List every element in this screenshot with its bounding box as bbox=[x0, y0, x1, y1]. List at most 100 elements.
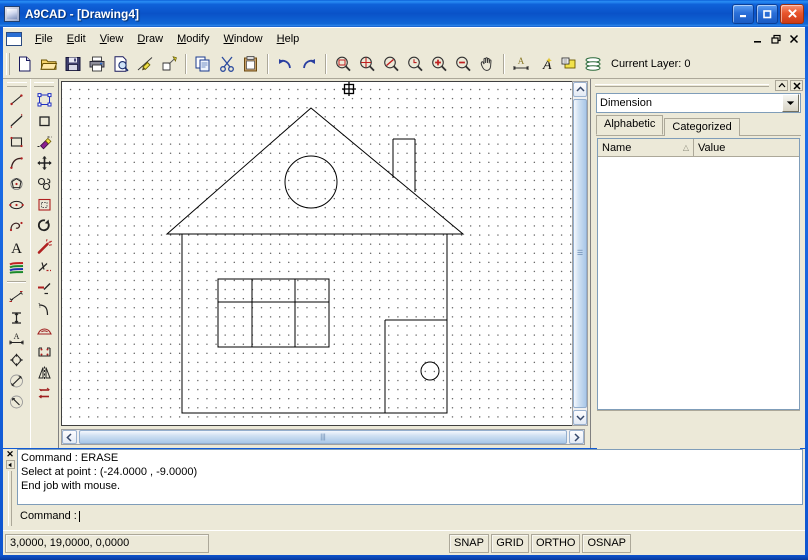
scroll-down-icon[interactable] bbox=[573, 410, 587, 425]
chevron-down-icon[interactable] bbox=[782, 94, 799, 112]
properties-grid-rows[interactable] bbox=[598, 157, 799, 409]
arc-icon[interactable] bbox=[5, 152, 28, 173]
explode-icon[interactable] bbox=[33, 236, 56, 257]
maximize-button[interactable] bbox=[756, 4, 778, 24]
cut-scissors-icon[interactable] bbox=[215, 52, 239, 76]
hscroll-thumb[interactable]: ||| bbox=[79, 430, 567, 444]
hatch-gradient-icon[interactable] bbox=[5, 257, 28, 278]
command-prompt[interactable]: Command : bbox=[17, 507, 803, 525]
modify-toolbar-grip[interactable] bbox=[34, 82, 54, 87]
properties-grid[interactable]: Name △ Value bbox=[597, 138, 800, 410]
zoom-previous-icon[interactable] bbox=[403, 52, 427, 76]
column-header-name[interactable]: Name △ bbox=[598, 139, 694, 156]
vscroll-thumb[interactable]: ☰ bbox=[573, 99, 587, 408]
zoom-dynamic-icon[interactable] bbox=[379, 52, 403, 76]
status-toggle-grid[interactable]: GRID bbox=[491, 534, 529, 553]
dimension-angular-icon[interactable] bbox=[5, 349, 28, 370]
menu-edit[interactable]: Edit bbox=[60, 31, 93, 47]
tab-alphabetic[interactable]: Alphabetic bbox=[596, 115, 663, 135]
properties-icon[interactable] bbox=[557, 52, 581, 76]
dimension-radius-icon[interactable] bbox=[5, 391, 28, 412]
dimension-aligned-icon[interactable] bbox=[5, 286, 28, 307]
save-disk-icon[interactable] bbox=[61, 52, 85, 76]
redo-arrow-icon[interactable] bbox=[297, 52, 321, 76]
pan-hand-icon[interactable] bbox=[475, 52, 499, 76]
hscroll-track[interactable]: ||| bbox=[77, 430, 569, 444]
properties-panel-close-icon[interactable] bbox=[790, 80, 803, 91]
rotate-icon[interactable] bbox=[33, 215, 56, 236]
copy-object-icon[interactable] bbox=[33, 173, 56, 194]
scroll-right-icon[interactable] bbox=[569, 430, 584, 444]
command-window-close-icon[interactable]: ✕ bbox=[6, 450, 14, 459]
scale-icon[interactable] bbox=[33, 194, 56, 215]
drawing-canvas[interactable] bbox=[61, 81, 585, 426]
menu-window[interactable]: Window bbox=[216, 31, 269, 47]
new-file-icon[interactable] bbox=[13, 52, 37, 76]
menu-view[interactable]: View bbox=[93, 31, 131, 47]
column-header-value[interactable]: Value bbox=[694, 139, 799, 156]
pin-up-icon[interactable] bbox=[775, 80, 788, 91]
document-window-icon[interactable] bbox=[6, 32, 22, 46]
object-type-combo[interactable]: Dimension bbox=[596, 93, 801, 113]
mdi-minimize-button[interactable] bbox=[749, 31, 766, 47]
polyline-icon[interactable] bbox=[5, 215, 28, 236]
line-segment-icon[interactable] bbox=[5, 110, 28, 131]
trim-icon[interactable] bbox=[33, 257, 56, 278]
menu-help[interactable]: Help bbox=[270, 31, 307, 47]
rectangle-icon[interactable] bbox=[5, 131, 28, 152]
polygon-icon[interactable] bbox=[5, 173, 28, 194]
paste-clipboard-icon[interactable] bbox=[239, 52, 263, 76]
select-object-icon[interactable] bbox=[33, 89, 56, 110]
undo-arrow-icon[interactable] bbox=[273, 52, 297, 76]
layers-icon[interactable] bbox=[581, 52, 605, 76]
open-folder-icon[interactable] bbox=[37, 52, 61, 76]
vscroll-track[interactable]: ☰ bbox=[573, 97, 587, 410]
menu-modify[interactable]: Modify bbox=[170, 31, 216, 47]
array-icon[interactable] bbox=[33, 341, 56, 362]
close-button[interactable] bbox=[780, 4, 804, 24]
zoom-all-icon[interactable] bbox=[355, 52, 379, 76]
minimize-button[interactable] bbox=[732, 4, 754, 24]
print-icon[interactable] bbox=[85, 52, 109, 76]
scroll-left-icon[interactable] bbox=[62, 430, 77, 444]
draw-toolbar-grip[interactable] bbox=[7, 82, 27, 87]
fillet-icon[interactable] bbox=[33, 299, 56, 320]
mdi-restore-button[interactable] bbox=[767, 31, 784, 47]
edit-pen-icon[interactable] bbox=[133, 52, 157, 76]
toolbar-grip[interactable] bbox=[6, 53, 10, 75]
zoom-window-icon[interactable] bbox=[331, 52, 355, 76]
ellipse-icon[interactable] bbox=[5, 194, 28, 215]
dimension-diameter-icon[interactable] bbox=[5, 370, 28, 391]
scroll-up-icon[interactable] bbox=[573, 82, 587, 97]
status-toggle-snap[interactable]: SNAP bbox=[449, 534, 489, 553]
extend-icon[interactable] bbox=[33, 278, 56, 299]
command-history[interactable]: Command : ERASE Select at point : (-24.0… bbox=[17, 449, 803, 505]
print-preview-icon[interactable] bbox=[109, 52, 133, 76]
text-icon[interactable]: A bbox=[5, 236, 28, 257]
dimension-vertical-icon[interactable] bbox=[5, 307, 28, 328]
command-window-grip[interactable] bbox=[8, 471, 12, 526]
canvas-horizontal-scrollbar[interactable]: ||| bbox=[61, 429, 585, 445]
status-toggle-osnap[interactable]: OSNAP bbox=[582, 534, 631, 553]
zoom-in-icon[interactable] bbox=[427, 52, 451, 76]
menu-file[interactable]: FFileile bbox=[28, 31, 60, 47]
copy-icon[interactable] bbox=[191, 52, 215, 76]
offset-icon[interactable] bbox=[33, 383, 56, 404]
pick-tool-icon[interactable] bbox=[157, 52, 181, 76]
erase-icon[interactable] bbox=[33, 131, 56, 152]
menu-draw[interactable]: Draw bbox=[130, 31, 170, 47]
command-window-collapse-icon[interactable] bbox=[6, 460, 15, 469]
line-icon[interactable] bbox=[5, 89, 28, 110]
status-toggle-ortho[interactable]: ORTHO bbox=[531, 534, 581, 553]
tab-categorized[interactable]: Categorized bbox=[664, 118, 739, 136]
properties-panel-grip[interactable] bbox=[595, 84, 769, 87]
dimension-style-icon[interactable]: A bbox=[509, 52, 533, 76]
canvas-vertical-scrollbar[interactable]: ☰ bbox=[572, 81, 588, 426]
move-icon[interactable] bbox=[33, 152, 56, 173]
zoom-out-icon[interactable] bbox=[451, 52, 475, 76]
square-icon[interactable] bbox=[33, 110, 56, 131]
mdi-close-button[interactable] bbox=[785, 31, 802, 47]
chamfer-icon[interactable] bbox=[33, 320, 56, 341]
text-style-icon[interactable]: A bbox=[533, 52, 557, 76]
mirror-icon[interactable] bbox=[33, 362, 56, 383]
